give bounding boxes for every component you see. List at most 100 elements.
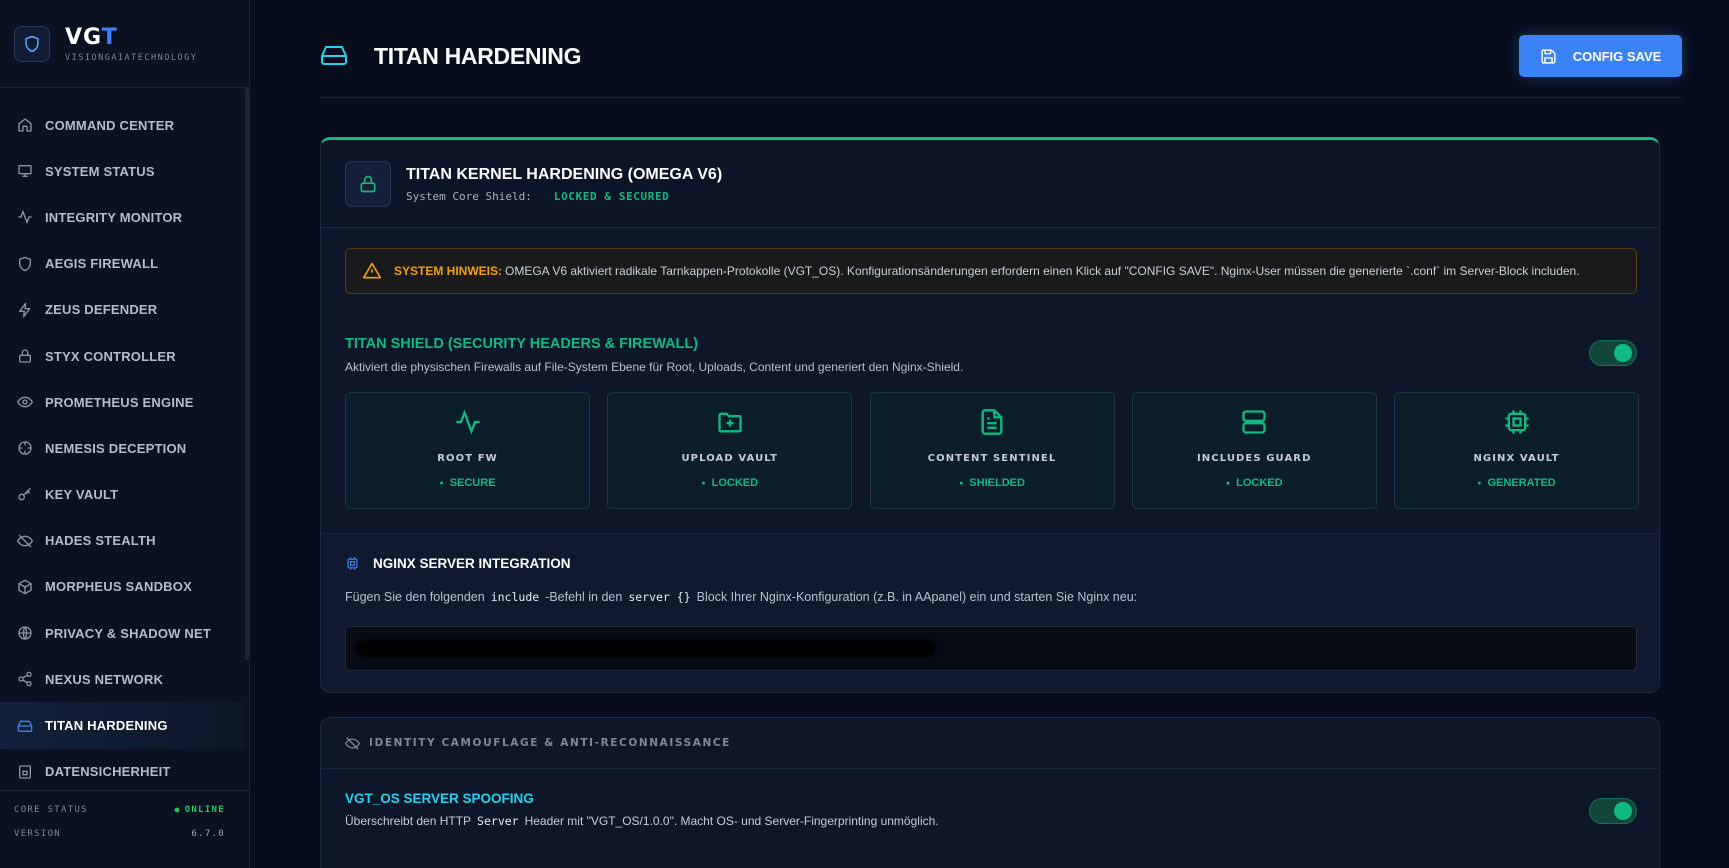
sidebar-item-label: NEMESIS DECEPTION: [45, 440, 187, 456]
server-spoofing-description: Überschreibt den HTTP Server Header mit "V…: [345, 814, 939, 828]
sidebar-item-morpheus-sandbox[interactable]: MORPHEUS SANDBOX: [0, 564, 246, 610]
sidebar-item-label: MORPHEUS SANDBOX: [45, 579, 192, 595]
sidebar-item-titan-hardening[interactable]: TITAN HARDENING: [0, 702, 246, 749]
share-icon: [18, 672, 32, 687]
alert-label: SYSTEM HINWEIS:: [394, 264, 503, 278]
tile-status: LOCKED: [608, 477, 851, 489]
eye-icon: [17, 396, 33, 408]
titan-shield-title: TITAN SHIELD (SECURITY HEADERS & FIREWAL…: [345, 336, 699, 352]
sidebar-item-nemesis-deception[interactable]: NEMESIS DECEPTION: [0, 425, 246, 471]
box-icon: [18, 579, 32, 595]
redacted-text: [356, 640, 936, 657]
shield-icon: [19, 256, 31, 271]
sidebar-footer: CORE STATUS ONLINE VERSION 6.7.0: [0, 790, 250, 868]
sidebar-item-datensicherheit[interactable]: DATENSICHERHEIT: [0, 749, 246, 795]
camouflage-card-header: IDENTITY CAMOUFLAGE & ANTI-RECONNAISSANC…: [321, 718, 1659, 769]
camouflage-title: IDENTITY CAMOUFLAGE & ANTI-RECONNAISSANC…: [369, 737, 731, 749]
alert-text: OMEGA V6 aktiviert radikale Tarnkappen-P…: [505, 264, 1580, 278]
eye-off-icon: [17, 534, 33, 548]
server-spoofing-toggle[interactable]: [1589, 798, 1637, 824]
tile-name: NGINX VAULT: [1473, 453, 1560, 464]
tile-name: INCLUDES GUARD: [1196, 453, 1312, 464]
key-icon: [18, 487, 31, 500]
core-status-label: CORE STATUS: [14, 805, 88, 815]
warning-icon: [362, 262, 382, 279]
brand: VGT VISIONGAIATECHNOLOGY: [0, 0, 249, 88]
server-icon: [1242, 410, 1266, 434]
kernel-card-subtitle: System Core Shield: LOCKED & SECURED: [406, 190, 669, 203]
main-content: TITAN HARDENING CONFIG SAVE TITAN KERNEL…: [251, 0, 1729, 868]
sidebar-item-system-status[interactable]: SYSTEM STATUS: [0, 148, 246, 194]
sidebar-item-label: ZEUS DEFENDER: [45, 302, 158, 318]
kernel-card-header: TITAN KERNEL HARDENING (OMEGA V6) System…: [321, 140, 1659, 228]
server-spoofing-title: VGT_OS SERVER SPOOFING: [345, 791, 534, 806]
sidebar-item-label: KEY VAULT: [45, 487, 119, 503]
system-notice-alert: SYSTEM HINWEIS: OMEGA V6 aktiviert radik…: [345, 248, 1637, 294]
sidebar-item-key-vault[interactable]: KEY VAULT: [0, 472, 246, 518]
sidebar-item-aegis-firewall[interactable]: AEGIS FIREWALL: [0, 241, 246, 287]
cpu-icon: [1504, 410, 1529, 434]
tile-name: UPLOAD VAULT: [681, 453, 779, 464]
tile-name: ROOT FW: [437, 453, 498, 464]
tile-upload-vault: UPLOAD VAULT LOCKED: [607, 392, 853, 509]
lock-icon: [19, 349, 31, 363]
sidebar-item-label: DATENSICHERHEIT: [45, 764, 171, 780]
code-include: include: [490, 590, 540, 604]
version-label: VERSION: [14, 829, 62, 839]
sidebar-item-privacy-shadow-net[interactable]: PRIVACY & SHADOW NET: [0, 610, 246, 656]
shield-tiles: ROOT FW SECURE UPLOAD VAULT LOCKED CONTE…: [345, 392, 1639, 509]
tile-status: GENERATED: [1395, 477, 1638, 489]
file-text-icon: [981, 409, 1003, 435]
sidebar-item-label: SYSTEM STATUS: [45, 163, 155, 179]
tile-name: CONTENT SENTINEL: [927, 453, 1057, 464]
sidebar-item-nexus-network[interactable]: NEXUS NETWORK: [0, 656, 246, 702]
tile-content-sentinel: CONTENT SENTINEL SHIELDED: [869, 392, 1115, 509]
sidebar-scrollbar[interactable]: [245, 88, 249, 660]
hard-drive-icon: [17, 720, 33, 732]
bolt-icon: [19, 302, 31, 318]
sidebar-item-zeus-defender[interactable]: ZEUS DEFENDER: [0, 287, 246, 333]
folder-plus-icon: [718, 412, 742, 433]
nginx-integration-title: NGINX SERVER INTEGRATION: [345, 556, 571, 571]
home-icon: [18, 118, 32, 132]
titan-shield-toggle[interactable]: [1589, 340, 1637, 366]
tile-status: LOCKED: [1133, 477, 1376, 489]
kernel-hardening-card: TITAN KERNEL HARDENING (OMEGA V6) System…: [320, 137, 1660, 693]
core-status-value: ONLINE: [175, 805, 225, 815]
sidebar-item-label: COMMAND CENTER: [45, 117, 175, 133]
sidebar-item-label: INTEGRITY MONITOR: [45, 209, 183, 225]
sidebar-item-styx-controller[interactable]: STYX CONTROLLER: [0, 333, 246, 379]
sidebar-item-integrity-monitor[interactable]: INTEGRITY MONITOR: [0, 194, 246, 240]
lock-icon: [345, 161, 391, 207]
activity-icon: [455, 409, 480, 435]
eye-off-icon: [345, 736, 360, 750]
sidebar-item-label: HADES STEALTH: [45, 533, 156, 549]
config-save-button[interactable]: CONFIG SAVE: [1519, 35, 1682, 77]
sidebar-item-label: TITAN HARDENING: [45, 718, 168, 734]
sidebar-item-hades-stealth[interactable]: HADES STEALTH: [0, 518, 246, 564]
activity-icon: [18, 210, 32, 225]
sidebar-item-label: PRIVACY & SHADOW NET: [45, 625, 212, 641]
sidebar-item-command-center[interactable]: COMMAND CENTER: [0, 102, 246, 148]
sidebar-item-prometheus-engine[interactable]: PROMETHEUS ENGINE: [0, 379, 246, 425]
cpu-icon: [347, 557, 358, 570]
tile-nginx-vault: NGINX VAULT GENERATED: [1394, 392, 1639, 509]
sidebar-item-label: NEXUS NETWORK: [45, 671, 164, 687]
hard-drive-icon: [321, 46, 347, 65]
config-save-label: CONFIG SAVE: [1572, 48, 1662, 64]
identity-camouflage-card: IDENTITY CAMOUFLAGE & ANTI-RECONNAISSANC…: [320, 717, 1660, 868]
nginx-include-code-box[interactable]: [345, 626, 1637, 671]
code-server-header: Server: [477, 814, 519, 828]
globe-icon: [18, 626, 32, 640]
sidebar: VGT VISIONGAIATECHNOLOGY COMMAND CENTER …: [0, 0, 250, 868]
page-title: TITAN HARDENING: [374, 43, 582, 69]
tile-status: SHIELDED: [871, 477, 1114, 489]
monitor-icon: [18, 165, 32, 178]
sidebar-nav: COMMAND CENTER SYSTEM STATUS INTEGRITY M…: [0, 102, 246, 795]
archive-icon: [19, 765, 31, 779]
shield-logo-icon: [14, 25, 50, 62]
brand-title: VGT: [65, 24, 118, 50]
tile-status: SECURE: [346, 477, 589, 489]
tile-root-fw: ROOT FW SECURE: [345, 392, 590, 509]
nginx-integration-section: NGINX SERVER INTEGRATION Fügen Sie den f…: [321, 533, 1659, 692]
